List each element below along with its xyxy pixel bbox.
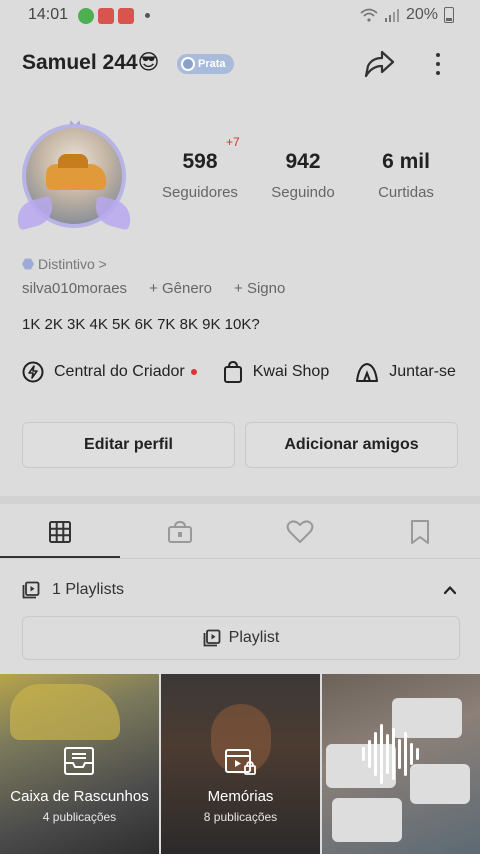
join-label: Juntar-se	[389, 363, 456, 380]
add-sign-link[interactable]: + Signo	[234, 280, 285, 297]
status-time: 14:01	[28, 6, 69, 23]
stat-label: Seguidores	[162, 184, 238, 201]
memories-icon	[225, 749, 256, 775]
badge-label: Prata	[198, 58, 226, 70]
stat-label: Seguindo	[271, 184, 335, 201]
drafts-box-icon	[64, 747, 94, 775]
playlist-button[interactable]: Playlist	[22, 616, 460, 660]
badge-icon	[181, 57, 195, 71]
add-gender-link[interactable]: + Gênero	[149, 280, 212, 297]
status-right: 20%	[360, 6, 454, 24]
stat-following[interactable]: 942 Seguindo	[248, 150, 358, 201]
section-divider	[0, 496, 480, 504]
wave-bar	[398, 739, 401, 769]
lightning-icon	[22, 361, 44, 383]
playlist-icon	[203, 629, 221, 647]
battery-percent: 20%	[405, 6, 438, 23]
wave-bar	[404, 732, 407, 776]
stat-label: Curtidas	[378, 184, 434, 201]
creator-center-label: Central do Criador	[54, 363, 185, 380]
collapse-button[interactable]	[442, 582, 458, 598]
grid-icon	[49, 521, 71, 543]
share-button[interactable]	[360, 46, 398, 82]
wave-bar	[386, 734, 389, 774]
notification-dot	[190, 369, 197, 375]
wave-bar	[362, 747, 365, 761]
profile-avatar[interactable]	[13, 118, 135, 238]
playlist-button-label: Playlist	[228, 629, 280, 646]
playlist-icon	[22, 581, 40, 599]
edit-profile-button[interactable]: Editar perfil	[22, 422, 235, 468]
app-notification-icon	[78, 8, 94, 24]
chevron-up-icon	[443, 586, 457, 595]
avatar-frame-wing	[91, 195, 135, 231]
app-notification-icon	[98, 8, 114, 24]
level-badge[interactable]: Prata	[177, 54, 234, 74]
drafts-tile[interactable]: Caixa de Rascunhos 4 publicações	[0, 674, 159, 854]
content-tabs	[0, 504, 480, 560]
app-notification-icon	[118, 8, 134, 24]
join-link[interactable]: Juntar-se	[355, 358, 456, 386]
stat-value: 6 mil	[382, 150, 430, 173]
wave-bar	[368, 740, 371, 768]
more-options-button[interactable]	[428, 46, 448, 82]
wave-bar	[392, 728, 395, 780]
tab-saved[interactable]	[360, 504, 480, 560]
share-icon	[364, 50, 395, 78]
playlists-count: 1 Playlists	[52, 581, 125, 598]
status-bar: 14:01 20%	[0, 0, 480, 32]
wifi-icon	[360, 8, 378, 22]
tab-liked[interactable]	[240, 504, 360, 560]
car-picture	[46, 154, 106, 190]
wave-bar	[380, 724, 383, 784]
more-dot	[436, 62, 440, 66]
lock-bag-icon	[168, 520, 192, 543]
avatar-frame-wing	[13, 195, 57, 231]
tab-private[interactable]	[120, 504, 240, 560]
kwai-shop-label: Kwai Shop	[252, 363, 330, 380]
more-dot	[436, 71, 440, 75]
toy-car-thumbnail	[332, 798, 402, 842]
car-thumbnail	[10, 684, 120, 740]
shopping-bag-icon	[223, 360, 242, 383]
profile-links-row: Central do Criador Kwai Shop Juntar-se	[22, 358, 456, 386]
wave-bar	[416, 748, 419, 760]
battery-icon	[444, 7, 454, 23]
tabs-divider	[0, 558, 480, 559]
add-friends-button[interactable]: Adicionar amigos	[245, 422, 458, 468]
memories-tile[interactable]: Memórias 8 publicações	[161, 674, 320, 854]
tab-posts[interactable]	[0, 504, 120, 560]
more-notifications-icon	[145, 13, 150, 18]
tent-icon	[356, 363, 379, 382]
distintivo-link[interactable]: Distintivo >	[22, 256, 107, 272]
video-tile[interactable]	[322, 674, 480, 854]
creator-center-link[interactable]: Central do Criador	[22, 358, 197, 386]
signal-icon	[384, 9, 399, 22]
stat-value: 598	[182, 150, 218, 173]
tile-subtitle: 8 publicações	[203, 810, 278, 824]
heart-icon	[286, 520, 314, 543]
tile-title: Caixa de Rascunhos	[10, 788, 149, 805]
profile-handle: silva010moraes	[22, 280, 128, 297]
profile-meta-row: silva010moraes + Gênero + Signo	[22, 280, 285, 297]
stat-followers[interactable]: 598 Seguidores	[145, 150, 255, 201]
tile-title: Memórias	[207, 788, 274, 805]
stat-value: 942	[285, 150, 321, 173]
kwai-shop-link[interactable]: Kwai Shop	[223, 358, 330, 386]
distintivo-icon	[22, 258, 34, 270]
wave-bar	[410, 743, 413, 765]
new-followers-count: +7	[226, 135, 240, 149]
playlists-header[interactable]: 1 Playlists	[22, 578, 124, 602]
more-dot	[436, 53, 440, 57]
profile-bio: 1K 2K 3K 4K 5K 6K 7K 8K 9K 10K?	[22, 316, 260, 333]
profile-username: Samuel 244😎	[22, 51, 160, 74]
wave-bar	[374, 732, 377, 776]
bookmark-icon	[411, 520, 429, 544]
tile-subtitle: 4 publicações	[42, 810, 117, 824]
stat-likes[interactable]: 6 mil Curtidas	[351, 150, 461, 201]
audio-waveform-icon	[362, 714, 422, 794]
distintivo-label: Distintivo >	[38, 256, 107, 272]
